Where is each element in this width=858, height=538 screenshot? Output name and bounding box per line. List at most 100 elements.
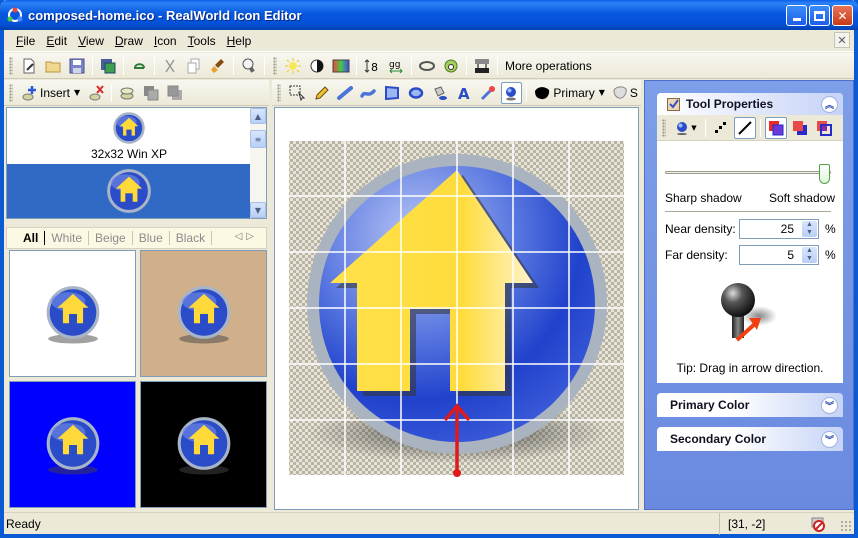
hue-icon[interactable] (330, 55, 352, 77)
toolbar-grip[interactable] (9, 83, 13, 102)
insert-button[interactable]: Insert ▼ (18, 82, 83, 104)
color-picker-tool-icon[interactable] (477, 82, 499, 104)
format-properties-icon[interactable] (116, 82, 138, 104)
copy-icon[interactable] (183, 55, 205, 77)
blend-mode-1-icon[interactable] (765, 116, 787, 139)
ellipse-tool-icon[interactable] (405, 82, 427, 104)
tab-blue[interactable]: Blue (133, 231, 170, 245)
far-density-spinner[interactable]: ▲ ▼ (802, 247, 817, 263)
document-close-button[interactable]: ✕ (834, 32, 850, 48)
format-list-scrollbar[interactable]: ▲ ≡ ▼ (250, 108, 266, 218)
resize-icon[interactable]: 8 (361, 55, 383, 77)
brightness-icon[interactable] (282, 55, 304, 77)
slider-thumb[interactable] (819, 164, 830, 184)
delete-format-icon[interactable] (85, 82, 107, 104)
primary-fill-button[interactable]: Primary ▼ (531, 82, 608, 104)
minimize-button[interactable] (786, 5, 807, 26)
collapse-icon[interactable]: ︽ (821, 95, 838, 113)
chevron-up-icon: ▲ (254, 111, 262, 121)
tool-properties-header[interactable]: Tool Properties ︽ (657, 93, 843, 115)
toolbar-grip[interactable] (277, 83, 281, 102)
main-toolbar: 8 gg More operations (4, 53, 854, 79)
menu-tools[interactable]: Tools (184, 34, 223, 48)
dropdown-arrow-icon: ▼ (691, 123, 697, 132)
scroll-thumb[interactable]: ≡ (250, 130, 266, 148)
near-density-value: 25 (780, 222, 794, 236)
menu-help[interactable]: Help (223, 34, 259, 48)
tab-scroll-left-icon[interactable]: ◁ (235, 231, 247, 242)
icon-canvas[interactable] (275, 108, 638, 509)
title-bar[interactable]: composed-home.ico - RealWorld Icon Edito… (0, 0, 858, 30)
tab-all[interactable]: All (19, 231, 46, 245)
resize-grip[interactable] (840, 520, 852, 532)
home-icon (177, 416, 230, 474)
toolbar-separator (497, 56, 498, 75)
smooth-line-icon[interactable] (734, 116, 756, 139)
tab-black[interactable]: Black (170, 231, 213, 245)
more-operations-button[interactable]: More operations (505, 59, 592, 73)
rectangle-tool-icon[interactable] (381, 82, 403, 104)
save-as-icon[interactable] (97, 55, 119, 77)
svg-text:A: A (458, 85, 470, 101)
menu-icon[interactable]: Icon (150, 34, 184, 48)
secondary-color-header[interactable]: Secondary Color ︾ (657, 427, 843, 451)
expand-icon[interactable]: ︾ (821, 396, 838, 414)
open-icon[interactable] (42, 55, 64, 77)
cursor-coordinates: [31, -2] (719, 513, 765, 535)
divider (665, 211, 831, 212)
save-icon[interactable] (66, 55, 88, 77)
menu-draw[interactable]: Draw (111, 34, 150, 48)
curve-tool-icon[interactable] (358, 82, 380, 104)
flip-icon[interactable]: gg (385, 55, 407, 77)
primary-color-title: Primary Color (670, 398, 750, 412)
shadow-softness-slider[interactable] (665, 164, 831, 184)
list-item[interactable]: 32x32 Win XP (7, 108, 251, 164)
lightbulb-icon[interactable] (238, 55, 260, 77)
pencil-tool-icon[interactable] (310, 82, 332, 104)
fill-tool-icon[interactable] (429, 82, 451, 104)
blend-mode-3-icon[interactable] (813, 117, 835, 139)
maximize-button[interactable] (809, 5, 830, 26)
contrast-icon[interactable] (306, 55, 328, 77)
near-density-input[interactable]: 25 ▲ ▼ (739, 219, 819, 239)
svg-text:gg: gg (389, 60, 400, 70)
tip-text: Tip: Drag in arrow direction. (676, 361, 824, 375)
expand-icon[interactable]: ︾ (821, 430, 838, 448)
tab-beige[interactable]: Beige (89, 231, 133, 245)
effect-icon[interactable] (440, 55, 462, 77)
tab-white[interactable]: White (45, 231, 90, 245)
stroke-icon[interactable] (416, 55, 438, 77)
menu-file[interactable]: File (12, 34, 42, 48)
shadow-shape-dropdown[interactable]: ▼ (671, 117, 701, 139)
canvas-area[interactable] (274, 107, 639, 510)
toolbar-grip[interactable] (273, 56, 277, 75)
home-icon (107, 169, 151, 213)
toolbar-grip[interactable] (9, 56, 13, 75)
dotted-line-icon[interactable] (710, 117, 732, 139)
text-tool-icon[interactable]: A (453, 82, 475, 104)
tab-scroll-right-icon[interactable]: ▷ (246, 231, 258, 242)
secondary-fill-button[interactable]: S (610, 82, 640, 104)
selection-tool-icon[interactable] (286, 82, 308, 104)
menu-edit[interactable]: Edit (42, 34, 74, 48)
near-density-spinner[interactable]: ▲ ▼ (802, 221, 817, 237)
scroll-down-button[interactable]: ▼ (250, 202, 266, 218)
cut-icon[interactable] (159, 55, 181, 77)
list-item-selected[interactable] (7, 164, 251, 218)
paste-icon[interactable] (207, 55, 229, 77)
menu-bar: File Edit View Draw Icon Tools Help ✕ (4, 30, 854, 52)
new-icon[interactable] (18, 55, 40, 77)
menu-view[interactable]: View (74, 34, 111, 48)
primary-color-header[interactable]: Primary Color ︾ (657, 393, 843, 417)
blend-mode-2-icon[interactable] (789, 117, 811, 139)
far-density-input[interactable]: 5 ▲ ▼ (739, 245, 819, 265)
line-tool-icon[interactable] (334, 82, 356, 104)
close-button[interactable]: ✕ (832, 5, 853, 26)
shadow-tool-icon[interactable] (500, 81, 523, 104)
undo-icon[interactable] (128, 55, 150, 77)
toolbar-grip[interactable] (662, 118, 666, 137)
home-icon (113, 112, 145, 144)
scroll-up-button[interactable]: ▲ (250, 108, 266, 124)
gradient-icon[interactable] (471, 55, 493, 77)
window-title: composed-home.ico - RealWorld Icon Edito… (28, 7, 302, 23)
